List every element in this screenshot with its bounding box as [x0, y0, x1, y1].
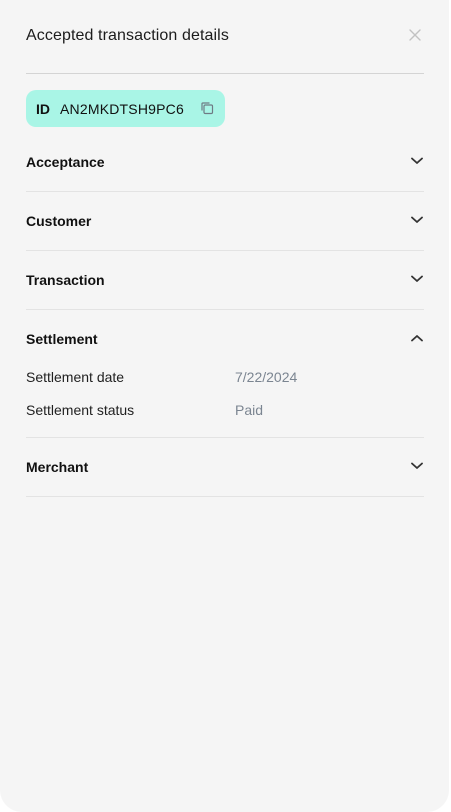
chevron-down-icon — [410, 461, 424, 471]
settlement-date-label: Settlement date — [26, 369, 125, 385]
section-acceptance-header[interactable]: Acceptance — [26, 154, 424, 184]
settlement-status-row: Settlement status Paid — [26, 402, 424, 435]
transaction-id-chip: ID AN2MKDTSH9PC6 — [26, 90, 225, 127]
chevron-down-icon — [410, 156, 424, 166]
section-customer-header[interactable]: Customer — [26, 213, 424, 243]
section-merchant-header[interactable]: Merchant — [26, 459, 424, 489]
section-acceptance: Acceptance — [26, 154, 424, 192]
panel-title: Accepted transaction details — [26, 27, 229, 44]
chevron-down-icon — [410, 215, 424, 225]
transaction-details-panel: Accepted transaction details ID AN2MKDTS… — [0, 0, 449, 812]
id-value: AN2MKDTSH9PC6 — [60, 100, 184, 117]
settlement-date-value: 7/22/2024 — [235, 369, 298, 385]
panel-header: Accepted transaction details — [26, 0, 424, 74]
close-icon — [409, 29, 421, 41]
settlement-status-label: Settlement status — [26, 402, 135, 418]
settlement-status-value: Paid — [235, 402, 264, 418]
section-transaction-title: Transaction — [26, 272, 105, 288]
section-merchant-title: Merchant — [26, 459, 89, 475]
id-label: ID — [36, 100, 50, 117]
section-settlement-title: Settlement — [26, 331, 98, 347]
section-transaction: Transaction — [26, 272, 424, 310]
section-customer-title: Customer — [26, 213, 92, 229]
close-button[interactable] — [406, 26, 424, 44]
section-acceptance-title: Acceptance — [26, 154, 105, 170]
settlement-date-row: Settlement date 7/22/2024 — [26, 369, 424, 402]
section-transaction-header[interactable]: Transaction — [26, 272, 424, 302]
section-customer: Customer — [26, 213, 424, 251]
chevron-down-icon — [410, 274, 424, 284]
chevron-up-icon — [410, 333, 424, 343]
copy-id-button[interactable] — [199, 100, 215, 116]
section-merchant: Merchant — [26, 459, 424, 497]
copy-icon — [201, 102, 214, 115]
section-settlement-header[interactable]: Settlement — [26, 331, 424, 369]
section-settlement: Settlement Settlement date 7/22/2024 Set… — [26, 331, 424, 438]
